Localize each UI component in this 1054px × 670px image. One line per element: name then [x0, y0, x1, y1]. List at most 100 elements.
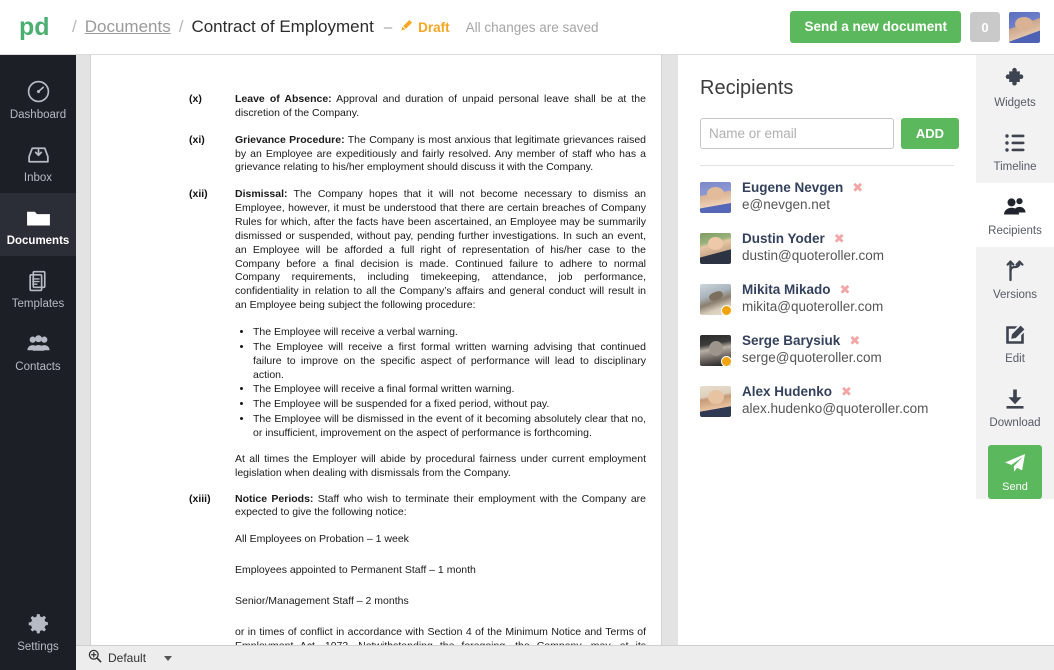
people-icon	[1002, 195, 1028, 219]
title-dash: –	[383, 18, 393, 36]
clause-xi: (xi) Grievance Procedure: The Company is…	[189, 134, 646, 176]
clause-xiii: (xiii) Notice Periods: Staff who wish to…	[189, 493, 646, 521]
sidebar-label-dashboard: Dashboard	[9, 109, 67, 121]
remove-x-icon[interactable]: ✖	[852, 181, 863, 194]
clause-number: (xi)	[189, 133, 205, 146]
clause-heading: Dismissal:	[235, 188, 288, 201]
toolbar-item-timeline[interactable]: Timeline	[976, 119, 1054, 183]
chevron-down-icon[interactable]	[164, 655, 173, 661]
sidebar-item-documents[interactable]: Documents	[0, 193, 76, 256]
contacts-people-icon	[25, 330, 52, 356]
recipients-panel: Recipients ADD Eugene Nevgen ✖ e@nevgen.…	[678, 55, 976, 670]
download-icon	[1003, 387, 1027, 411]
list-item: Eugene Nevgen ✖ e@nevgen.net	[700, 180, 976, 213]
clause-body: Grievance Procedure: The Company is most…	[235, 134, 646, 176]
pd-logo-icon[interactable]: pd	[18, 10, 52, 44]
recipient-name-row: Eugene Nevgen ✖	[742, 180, 863, 195]
list-item: The Employee will receive a final formal…	[253, 383, 646, 397]
recipient-info: Alex Hudenko ✖ alex.hudenko@quoteroller.…	[742, 384, 928, 416]
breadcrumb-separator-2: /	[178, 17, 184, 36]
remove-x-icon[interactable]: ✖	[849, 334, 860, 347]
toolbar-group-top: Widgets Timeline	[976, 55, 1054, 183]
clause-heading: Notice Periods:	[235, 492, 314, 505]
breadcrumb-separator-1: /	[72, 17, 77, 36]
list-icon	[1003, 131, 1027, 155]
clause-heading: Grievance Procedure:	[235, 133, 345, 146]
toolbar-item-widgets[interactable]: Widgets	[976, 55, 1054, 119]
sidebar-label-contacts: Contacts	[15, 361, 61, 373]
list-item: The Employee will be suspended for a fix…	[253, 398, 646, 412]
recipient-name: Serge Barysiuk	[742, 333, 841, 348]
remove-x-icon[interactable]: ✖	[841, 385, 852, 398]
toolbar-group-active: Recipients	[976, 183, 1054, 247]
sidebar-item-dashboard[interactable]: Dashboard	[0, 67, 76, 130]
remove-x-icon[interactable]: ✖	[834, 232, 845, 245]
toolbar-item-edit[interactable]: Edit	[976, 311, 1054, 375]
breadcrumb-documents-link[interactable]: Documents	[85, 17, 171, 37]
toolbar-label-edit: Edit	[1005, 353, 1025, 365]
recipient-name-row: Mikita Mikado ✖	[742, 282, 883, 297]
clause-body: Leave of Absence: Approval and duration …	[235, 93, 646, 121]
avatar	[700, 284, 731, 315]
avatar[interactable]	[1009, 11, 1040, 43]
avatar	[700, 182, 731, 213]
sidebar-item-settings[interactable]: Settings	[0, 599, 76, 662]
sidebar-item-templates[interactable]: Templates	[0, 256, 76, 319]
inbox-tray-icon	[26, 141, 51, 167]
sidebar-item-inbox[interactable]: Inbox	[0, 130, 76, 193]
owner-badge-icon	[721, 356, 731, 366]
sidebar-label-inbox: Inbox	[23, 172, 53, 184]
list-item: The Employee will receive a first formal…	[253, 341, 646, 383]
toolbar-label-recipients: Recipients	[988, 225, 1042, 237]
zoom-in-icon	[88, 649, 102, 668]
add-recipient-button[interactable]: ADD	[901, 118, 959, 149]
send-button[interactable]: Send	[988, 445, 1042, 499]
send-new-document-button[interactable]: Send a new document	[790, 11, 961, 43]
clause-x: (x) Leave of Absence: Approval and durat…	[189, 93, 646, 121]
sidebar-item-contacts[interactable]: Contacts	[0, 319, 76, 382]
document-content: (x) Leave of Absence: Approval and durat…	[91, 55, 661, 649]
clause-xii: (xii) Dismissal: The Company hopes that …	[189, 188, 646, 313]
recipient-name-row: Dustin Yoder ✖	[742, 231, 884, 246]
list-item: Alex Hudenko ✖ alex.hudenko@quoteroller.…	[700, 384, 976, 417]
pencil-square-icon	[1003, 323, 1027, 347]
remove-x-icon[interactable]: ✖	[840, 283, 851, 296]
notice-line-probation: All Employees on Probation – 1 week	[235, 533, 409, 546]
avatar	[700, 233, 731, 264]
recipient-input[interactable]	[700, 118, 894, 149]
top-bar: pd / Documents / Contract of Employment …	[0, 0, 1054, 55]
paper-plane-icon	[1003, 452, 1027, 479]
svg-text:pd: pd	[19, 14, 50, 40]
procedural-fairness-paragraph: At all times the Employer will abide by …	[235, 452, 646, 479]
zoom-control[interactable]: Default	[88, 649, 173, 668]
clause-text: The Company hopes that it will not becom…	[235, 188, 646, 312]
clause-body: Notice Periods: Staff who wish to termin…	[235, 493, 646, 521]
recipient-name: Mikita Mikado	[742, 282, 831, 297]
send-label: Send	[1002, 480, 1028, 493]
recipient-info: Serge Barysiuk ✖ serge@quoteroller.com	[742, 333, 882, 365]
status-badge[interactable]: Draft	[418, 20, 450, 35]
recipients-title: Recipients	[700, 77, 794, 99]
sidebar-label-settings: Settings	[17, 641, 59, 653]
add-recipient-form: ADD	[700, 118, 976, 149]
left-sidebar: Dashboard Inbox Documents Templates Cont…	[0, 55, 76, 670]
notification-count-badge[interactable]: 0	[970, 12, 1000, 42]
toolbar-item-versions[interactable]: Versions	[976, 247, 1054, 311]
clause-body: Dismissal: The Company hopes that it wil…	[235, 188, 646, 313]
recipient-email: dustin@quoteroller.com	[742, 248, 885, 263]
list-item: The Employee will receive a verbal warni…	[253, 326, 646, 340]
recipients-divider	[700, 165, 954, 166]
sidebar-label-templates: Templates	[11, 298, 65, 310]
owner-badge-icon	[721, 305, 731, 315]
notice-line-permanent: Employees appointed to Permanent Staff –…	[235, 564, 476, 577]
document-viewport[interactable]: (x) Leave of Absence: Approval and durat…	[76, 55, 678, 670]
list-item: Mikita Mikado ✖ mikita@quoteroller.com	[700, 282, 976, 315]
page-title: Contract of Employment	[191, 17, 374, 36]
top-bar-actions: Send a new document 0	[790, 11, 1040, 43]
toolbar-item-download[interactable]: Download	[976, 375, 1054, 439]
left-nav-bottom: Settings	[0, 599, 76, 662]
app-root: pd / Documents / Contract of Employment …	[0, 0, 1054, 670]
recipient-email: serge@quoteroller.com	[742, 350, 882, 365]
toolbar-item-recipients[interactable]: Recipients	[976, 183, 1054, 247]
breadcrumb: / Documents / Contract of Employment – D…	[64, 17, 599, 37]
